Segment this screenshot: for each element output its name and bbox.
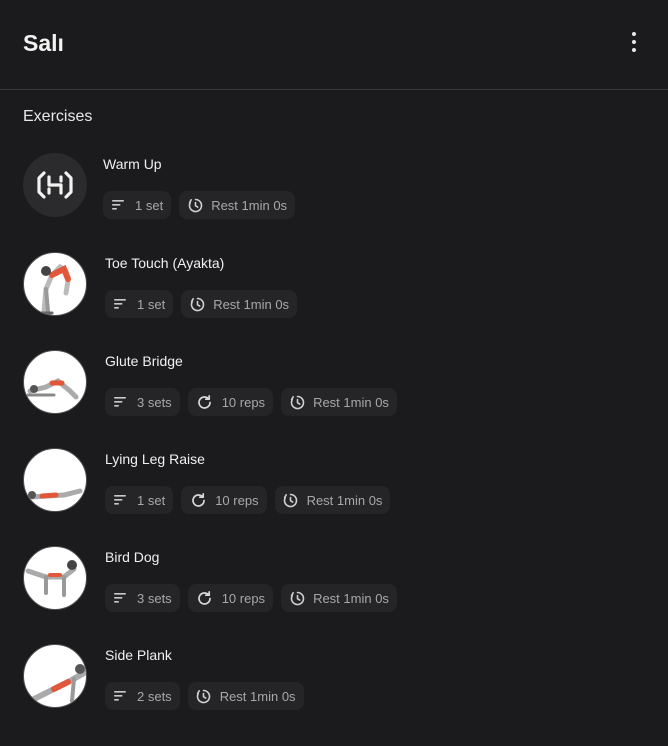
more-vert-icon-dot: [632, 47, 636, 52]
lying-leg-raise-illustration: [23, 448, 87, 512]
exercise-info: Lying Leg Raise 1 set 10 reps Rest 1min 0s: [105, 448, 391, 514]
exercise-chips: 3 sets 10 reps Rest 1min 0s: [105, 584, 397, 612]
side-plank-illustration: [23, 644, 87, 708]
exercise-row[interactable]: Warm Up 1 set Rest 1min 0s: [23, 153, 296, 219]
reps-chip: 10 reps: [181, 486, 267, 514]
exercise-name: Side Plank: [105, 647, 172, 663]
sets-list-icon: [113, 296, 129, 312]
timer-icon: [187, 197, 203, 213]
reps-label: 10 reps: [221, 394, 266, 410]
sets-chip: 1 set: [105, 486, 174, 514]
sets-label: 2 sets: [137, 688, 172, 704]
exercise-name: Warm Up: [103, 156, 162, 172]
reps-label: 10 reps: [215, 492, 259, 508]
sets-list-icon: [113, 394, 129, 410]
exercise-name: Glute Bridge: [105, 353, 183, 369]
reps-chip: 10 reps: [187, 388, 274, 416]
sets-label: 3 sets: [137, 590, 172, 606]
exercise-info: Toe Touch (Ayakta) 1 set Rest 1min 0s: [105, 252, 298, 318]
header: Salı: [0, 0, 668, 90]
rest-chip: Rest 1min 0s: [274, 486, 391, 514]
exercise-row[interactable]: Glute Bridge 3 sets 10 reps Rest 1min 0s: [23, 350, 397, 416]
timer-icon: [289, 394, 305, 410]
exercise-row[interactable]: Lying Leg Raise 1 set 10 reps Rest 1min 0s: [23, 448, 391, 514]
repeat-icon: [196, 393, 214, 411]
exercise-name: Toe Touch (Ayakta): [105, 255, 225, 271]
exercise-info: Glute Bridge 3 sets 10 reps Rest 1min 0s: [105, 350, 397, 416]
exercise-info: Warm Up 1 set Rest 1min 0s: [103, 153, 296, 219]
rest-chip: Rest 1min 0s: [181, 290, 298, 318]
rest-chip: Rest 1min 0s: [281, 388, 397, 416]
sets-label: 3 sets: [137, 394, 172, 410]
exercise-info: Side Plank 2 sets Rest 1min 0s: [105, 644, 304, 710]
exercise-chips: 2 sets Rest 1min 0s: [105, 682, 304, 710]
sets-chip: 1 set: [105, 290, 174, 318]
timer-icon: [196, 688, 212, 704]
more-vert-icon-dot: [632, 39, 636, 44]
toe-touch-illustration: [23, 252, 87, 316]
rest-label: Rest 1min 0s: [313, 590, 389, 606]
exercise-info: Bird Dog 3 sets 10 reps Rest 1min 0s: [105, 546, 397, 612]
sets-chip: 3 sets: [105, 388, 180, 416]
sets-label: 1 set: [135, 197, 164, 213]
rest-chip: Rest 1min 0s: [187, 682, 304, 710]
rest-chip: Rest 1min 0s: [179, 191, 296, 219]
timer-icon: [289, 590, 305, 606]
rest-label: Rest 1min 0s: [306, 492, 383, 508]
sets-chip: 1 set: [103, 191, 172, 219]
page-title: Salı: [23, 29, 64, 56]
sets-list-icon: [111, 197, 127, 213]
rest-chip: Rest 1min 0s: [281, 584, 397, 612]
glute-bridge-illustration: [23, 350, 87, 414]
sets-list-icon: [113, 590, 129, 606]
exercise-chips: 1 set Rest 1min 0s: [105, 290, 298, 318]
section-title: Exercises: [23, 108, 93, 125]
timer-icon: [283, 492, 299, 508]
exercise-chips: 1 set 10 reps Rest 1min 0s: [105, 486, 391, 514]
exercise-row[interactable]: Toe Touch (Ayakta) 1 set Rest 1min 0s: [23, 252, 298, 318]
exercise-chips: 1 set Rest 1min 0s: [103, 191, 296, 219]
rest-label: Rest 1min 0s: [211, 197, 288, 213]
rest-label: Rest 1min 0s: [213, 296, 290, 312]
reps-label: 10 reps: [221, 590, 266, 606]
exercise-chips: 3 sets 10 reps Rest 1min 0s: [105, 388, 397, 416]
sets-chip: 2 sets: [105, 682, 180, 710]
sets-list-icon: [113, 492, 129, 508]
workout-day-screen: Salı Exercises Warm Up 1 set Rest 1min 0s T…: [0, 0, 668, 746]
exercise-row[interactable]: Bird Dog 3 sets 10 reps Rest 1min 0s: [23, 546, 397, 612]
timer-icon: [189, 296, 205, 312]
sets-label: 1 set: [137, 296, 166, 312]
sets-label: 1 set: [137, 492, 166, 508]
sets-list-icon: [113, 688, 129, 704]
repeat-icon: [189, 491, 207, 509]
exercise-name: Bird Dog: [105, 549, 160, 565]
exercise-name: Lying Leg Raise: [105, 451, 205, 467]
more-options-button[interactable]: [622, 27, 646, 57]
exercise-row[interactable]: Side Plank 2 sets Rest 1min 0s: [23, 644, 304, 710]
sets-chip: 3 sets: [105, 584, 180, 612]
rest-label: Rest 1min 0s: [219, 688, 296, 704]
repeat-icon: [196, 589, 214, 607]
more-vert-icon: [632, 31, 636, 36]
reps-chip: 10 reps: [187, 584, 274, 612]
bird-dog-illustration: [23, 546, 87, 610]
rest-label: Rest 1min 0s: [313, 394, 389, 410]
warmup-logo-icon: [23, 153, 87, 217]
